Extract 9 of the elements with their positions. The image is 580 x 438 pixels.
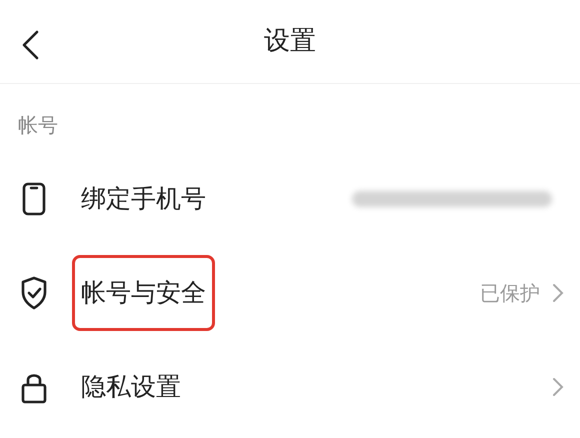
phone-icon [20, 182, 48, 216]
back-icon[interactable] [20, 30, 40, 60]
setting-label[interactable]: 绑定手机号 [81, 184, 206, 214]
setting-label[interactable]: 隐私设置 [81, 372, 181, 402]
status-text: 已保护 [480, 280, 540, 307]
setting-label[interactable]: 帐号与安全 [81, 278, 206, 308]
page-title: 设置 [264, 25, 316, 58]
section-label: 帐号 [18, 113, 58, 137]
shield-check-icon [20, 276, 48, 310]
